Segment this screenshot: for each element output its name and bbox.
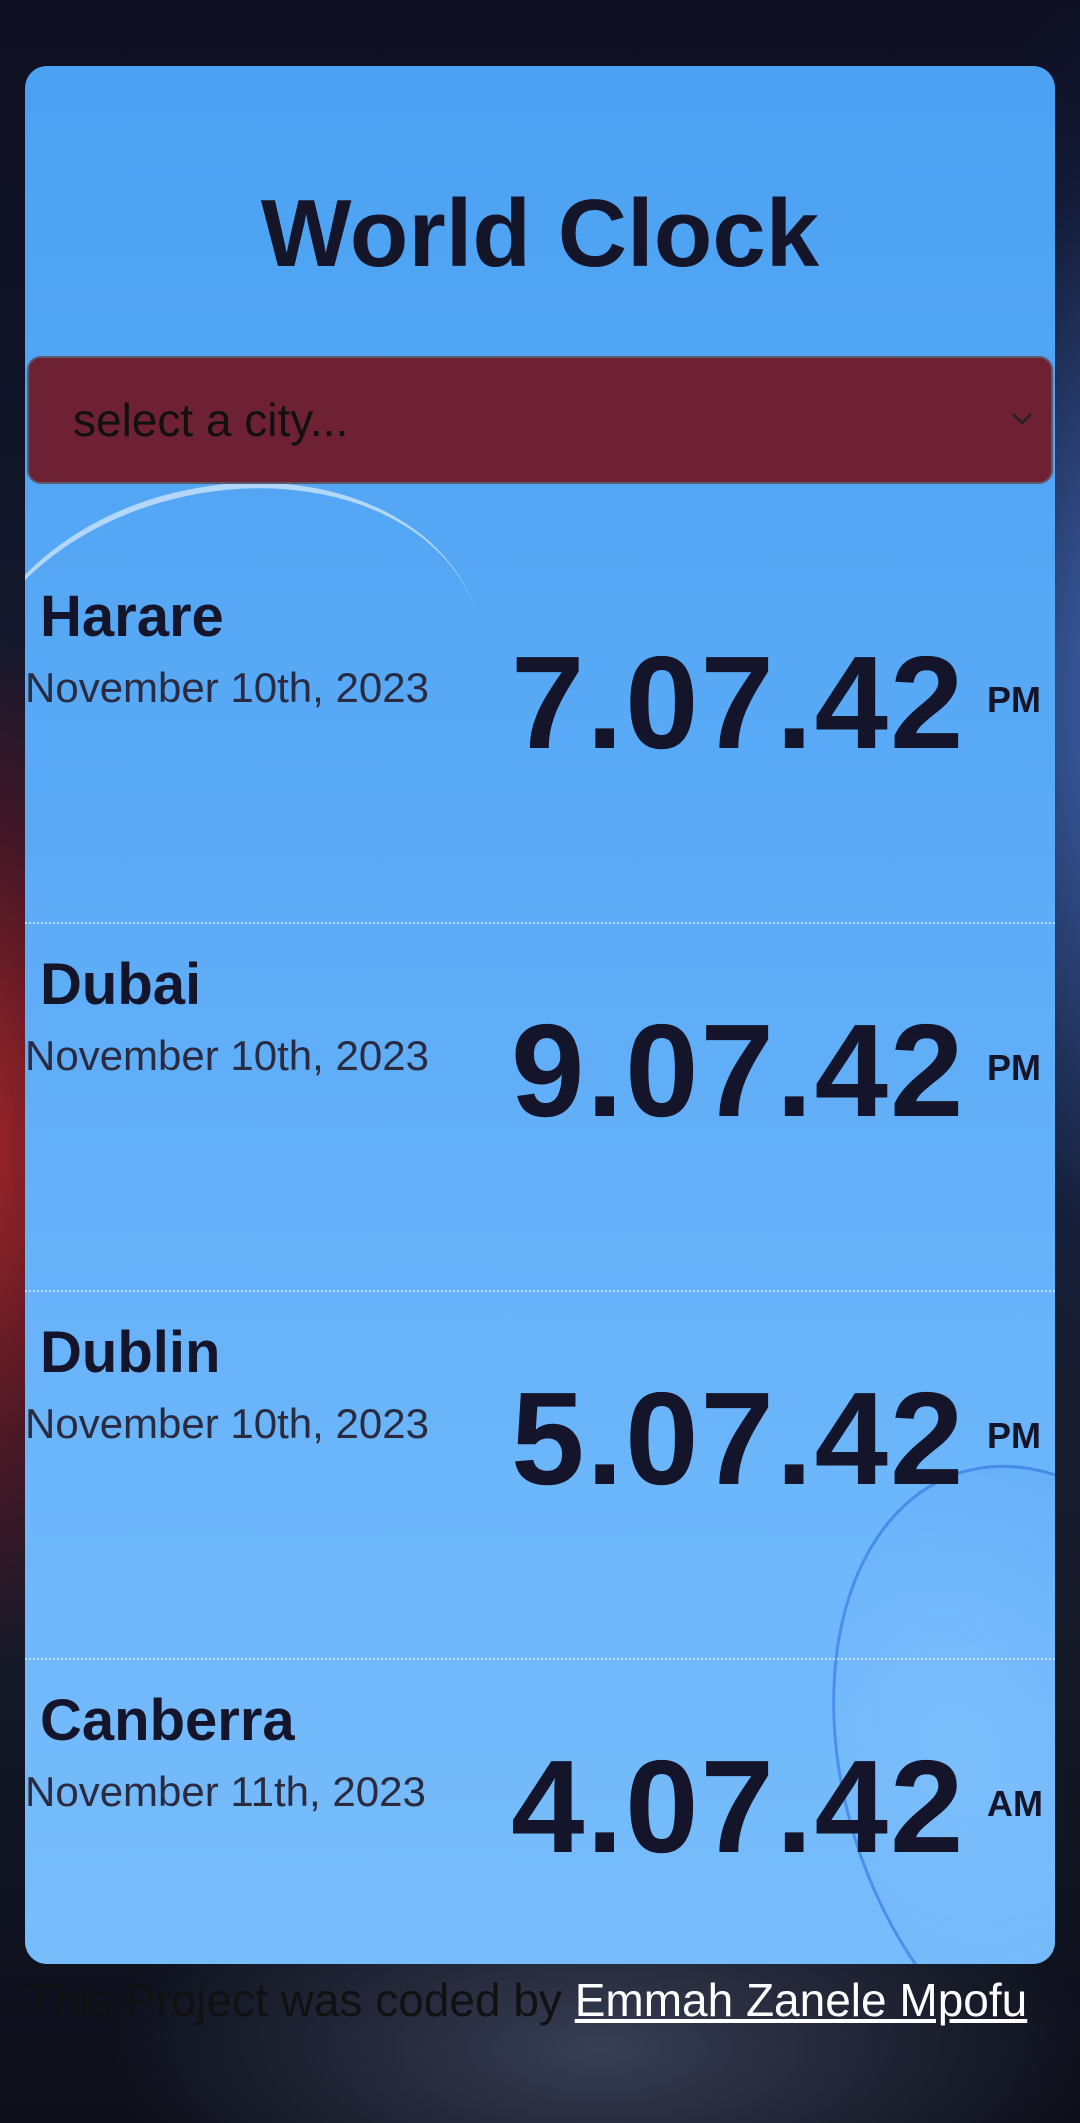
city-time: 4.07.42	[511, 1733, 966, 1880]
city-time: 5.07.42	[511, 1365, 966, 1512]
city-ampm: AM	[987, 1783, 1043, 1824]
city-name: Dublin	[40, 1320, 221, 1385]
city-row-canberra: Canberra November 11th, 2023 4.07.42 AM	[25, 1660, 1055, 1964]
city-date: November 10th, 2023	[25, 1032, 429, 1079]
author-link[interactable]: Emmah Zanele Mpofu	[575, 1974, 1028, 2026]
city-name: Dubai	[40, 952, 202, 1017]
city-row-dublin: Dublin November 10th, 2023 5.07.42 PM	[25, 1292, 1055, 1660]
city-date: November 10th, 2023	[25, 664, 429, 711]
world-clock-card: World Clock select a city... Harare Nove…	[25, 66, 1055, 1964]
city-date: November 10th, 2023	[25, 1400, 429, 1447]
city-name: Harare	[40, 584, 224, 649]
city-select-value: select a city...	[73, 394, 349, 446]
city-row-harare: Harare November 10th, 2023 7.07.42 PM	[25, 556, 1055, 924]
city-ampm: PM	[987, 1415, 1041, 1456]
page-title: World Clock	[260, 180, 820, 287]
city-name: Canberra	[40, 1688, 295, 1753]
footer-credit: This Project was coded by Emmah Zanele M…	[25, 1968, 1065, 2032]
footer-text: This Project was coded by	[25, 1974, 575, 2026]
chevron-down-icon	[1012, 413, 1032, 425]
city-select[interactable]: select a city...	[27, 356, 1053, 484]
city-ampm: PM	[987, 679, 1041, 720]
city-time: 9.07.42	[511, 997, 966, 1144]
city-time: 7.07.42	[511, 629, 966, 776]
city-row-dubai: Dubai November 10th, 2023 9.07.42 PM	[25, 924, 1055, 1292]
city-date: November 11th, 2023	[25, 1768, 426, 1815]
city-ampm: PM	[987, 1047, 1041, 1088]
